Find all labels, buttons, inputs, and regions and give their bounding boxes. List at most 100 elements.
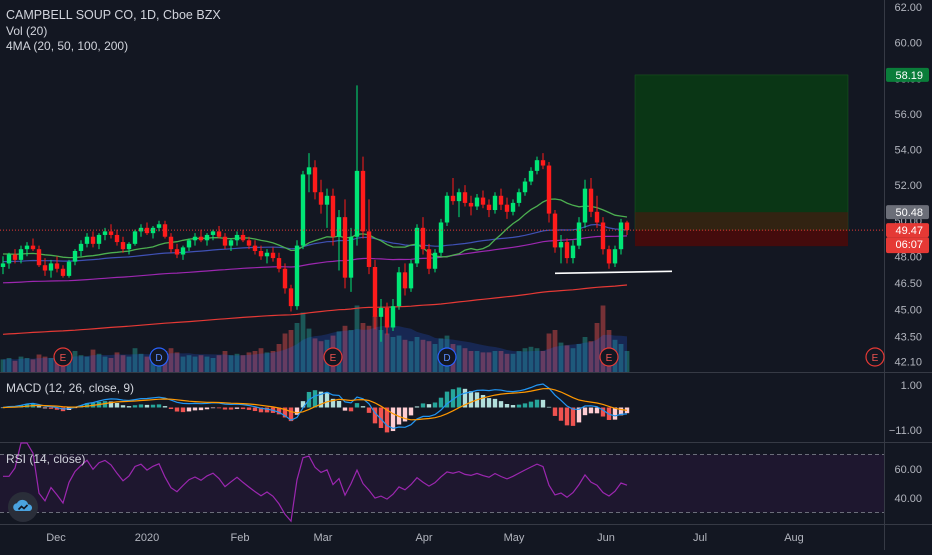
macd-histogram-bar [234, 407, 240, 409]
candle-body [240, 234, 246, 241]
candle [174, 243, 180, 259]
candle-body [486, 204, 492, 211]
candle-body [522, 181, 528, 193]
chart-stage[interactable]: EDEDEE 62.0060.0058.0056.0054.0052.0050.… [0, 0, 932, 550]
candle [498, 188, 504, 211]
macd-histogram-bar [198, 407, 204, 411]
time-tick-label: 2020 [135, 532, 159, 544]
macd-histogram-bar [498, 401, 504, 408]
price-tick-label: 52.00 [894, 180, 922, 192]
candle [252, 240, 258, 255]
candle-body [564, 242, 570, 259]
candle-body [168, 236, 174, 250]
candle [396, 266, 402, 310]
macd-histogram-bar [420, 403, 426, 408]
macd-histogram-bar [570, 407, 576, 426]
candle-body [582, 188, 588, 223]
macd-histogram-bar [414, 406, 420, 408]
candle [594, 195, 600, 228]
candle [300, 170, 306, 250]
macd-histogram-bar [588, 407, 594, 414]
candle-body [456, 192, 462, 202]
macd-histogram-bar [312, 390, 318, 408]
candle-body [504, 204, 510, 212]
candle [342, 199, 348, 289]
candle-body [600, 222, 606, 250]
candle [528, 167, 534, 186]
candle [360, 156, 366, 239]
candle-body [234, 234, 240, 241]
candle [108, 224, 114, 239]
macd-legend[interactable]: MACD (12, 26, close, 9) [6, 381, 134, 395]
symbol-title[interactable]: CAMPBELL SOUP CO, 1D, Cboe BZX [6, 8, 221, 22]
candle-body [282, 268, 288, 289]
candle [546, 161, 552, 223]
macd-histogram-bar [174, 407, 180, 412]
candlestick-chart[interactable]: EDEDEE 62.0060.0058.0056.0054.0052.0050.… [0, 0, 932, 550]
candle [162, 220, 168, 239]
earnings-marker-icon: E [599, 347, 619, 367]
candle [150, 226, 156, 239]
candle [48, 259, 54, 278]
candle-body [366, 231, 372, 267]
candle [540, 153, 546, 170]
tradingview-logo-icon[interactable] [8, 492, 38, 522]
macd-histogram-bar [582, 407, 588, 416]
macd-histogram-bar [204, 407, 210, 410]
price-tick-label: 56.00 [894, 109, 922, 121]
candle-body [84, 236, 90, 244]
candle [426, 243, 432, 275]
candle-body [354, 170, 360, 237]
candle-body [264, 252, 270, 257]
candle-body [588, 188, 594, 212]
macd-histogram-bar [48, 407, 54, 409]
price-tag: 58.19 [886, 67, 929, 82]
candle-body [174, 249, 180, 255]
candle-body [294, 245, 300, 307]
candle [588, 177, 594, 218]
candle-body [204, 234, 210, 241]
candle [534, 156, 540, 175]
ma-legend[interactable]: 4MA (20, 50, 100, 200) [6, 39, 128, 53]
macd-histogram-bar [240, 407, 246, 410]
price-tick-label: 45.00 [894, 305, 922, 317]
rsi-legend[interactable]: RSI (14, close) [6, 452, 85, 466]
countdown-label: 06:07 [895, 239, 923, 251]
macd-histogram-bar [528, 401, 534, 408]
earnings-marker-icon: E [53, 347, 73, 367]
earnings-marker-icon: E [865, 347, 885, 367]
volume-bars [0, 305, 630, 372]
candle [444, 192, 450, 227]
candle-body [510, 202, 516, 212]
candles [0, 85, 630, 342]
macd-histogram-bar [354, 403, 360, 408]
candle-body [492, 195, 498, 211]
candle-body [474, 197, 480, 207]
macd-histogram-bar [246, 407, 252, 410]
candle-body [36, 249, 42, 266]
candle-body [186, 240, 192, 248]
candle [186, 238, 192, 251]
time-tick-label: Jul [693, 532, 707, 544]
volume-legend[interactable]: Vol (20) [6, 24, 47, 38]
candle [240, 229, 246, 243]
price-tag-label: 58.19 [895, 70, 923, 82]
candle [450, 177, 456, 205]
candle [60, 265, 66, 278]
candle-body [390, 306, 396, 328]
candle [270, 247, 276, 262]
candle [468, 195, 474, 216]
candle-body [48, 263, 54, 271]
position-zones [634, 74, 849, 247]
macd-histogram-bar [336, 400, 342, 408]
candle-body [6, 254, 12, 264]
candle [30, 238, 36, 251]
candle-body [420, 227, 426, 250]
candle [510, 199, 516, 216]
candle-body [96, 234, 102, 244]
candle-body [528, 170, 534, 182]
macd-histogram-bar [486, 398, 492, 408]
macd-histogram-bar [534, 399, 540, 408]
marker-label: E [872, 353, 879, 364]
price-tick-label: 62.00 [894, 2, 922, 14]
